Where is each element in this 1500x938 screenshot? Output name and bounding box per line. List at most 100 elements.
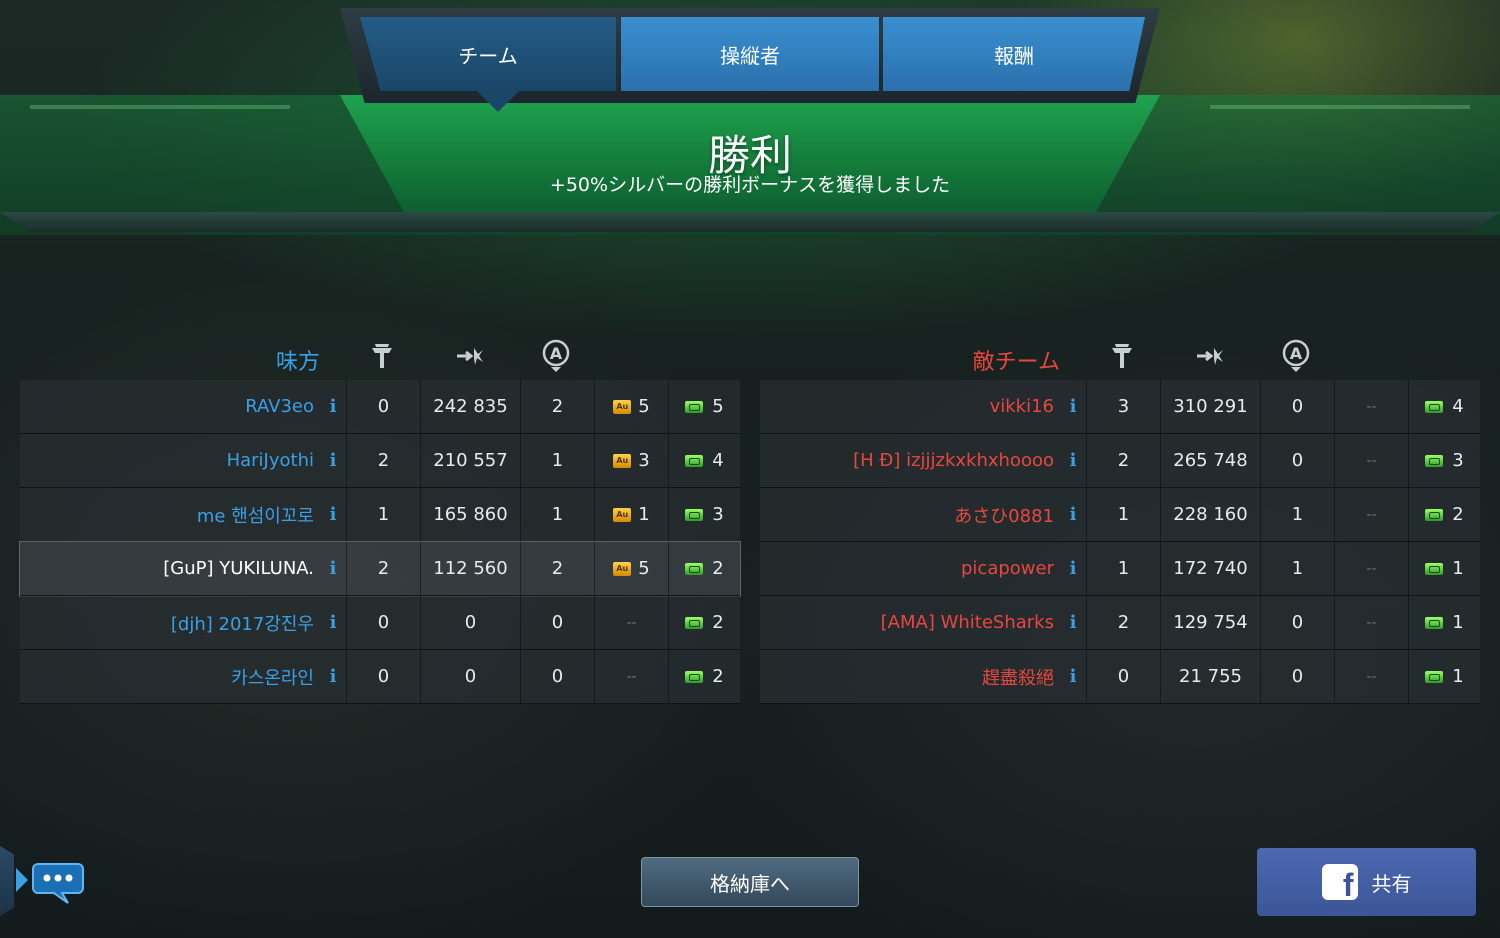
player-info-icon[interactable]: i [320, 380, 346, 433]
player-info-icon[interactable]: i [320, 596, 346, 649]
player-name: me 핸섬이꼬로 [196, 505, 314, 527]
gold-value: -- [626, 614, 637, 631]
player-name: HariJyothi [226, 450, 314, 471]
beacons-value: 0 [520, 650, 594, 703]
player-info-icon[interactable]: i [320, 488, 346, 541]
player-row: 카스온라인 i 0 0 0 -- 2 [20, 650, 740, 704]
keys-cell: 2 [668, 542, 740, 595]
kills-value: 3 [1086, 380, 1160, 433]
key-icon [1425, 616, 1444, 629]
player-name: [AMA] WhiteSharks [880, 612, 1054, 633]
player-name: RAV3eo [245, 396, 314, 417]
go-to-hangar-button[interactable]: 格納庫へ [641, 857, 859, 907]
player-info-icon[interactable]: i [1060, 650, 1086, 703]
victory-bonus-text: +50%シルバーの勝利ボーナスを獲得しました [549, 174, 951, 196]
keys-cell: 1 [1408, 650, 1480, 703]
keys-value: 1 [1452, 666, 1464, 687]
keys-cell: 2 [1408, 488, 1480, 541]
tab-rewards[interactable]: 報酬 [883, 17, 1145, 91]
player-name-cell: 카스온라인 [20, 650, 346, 703]
tab-team[interactable]: チーム [360, 17, 616, 91]
keys-cell: 2 [668, 596, 740, 649]
player-name-cell: [GuP] YUKILUNA. [20, 542, 346, 595]
kills-value: 2 [1086, 596, 1160, 649]
player-name-cell: [H Ð] izjjjzkxkhxhoooo [760, 434, 1086, 487]
active-tab-pointer [476, 90, 520, 112]
player-info-icon[interactable]: i [320, 542, 346, 595]
player-row: vikki16 i 3 310 291 0 -- 4 [760, 380, 1480, 434]
key-icon [685, 400, 704, 413]
gold-cell: -- [1334, 650, 1408, 703]
gold-cell: Au 1 [594, 488, 668, 541]
chat-bubble-icon[interactable] [32, 860, 84, 906]
keys-value: 4 [712, 450, 724, 471]
key-icon [1425, 562, 1444, 575]
kills-value: 2 [346, 434, 420, 487]
gold-cell: -- [1334, 380, 1408, 433]
keys-value: 2 [712, 666, 724, 687]
kills-value: 1 [1086, 488, 1160, 541]
player-name-cell: vikki16 [760, 380, 1086, 433]
beacons-value: 0 [1260, 434, 1334, 487]
player-info-icon[interactable]: i [320, 434, 346, 487]
player-name: picapower [961, 558, 1054, 579]
player-row: 趕盡殺絕 i 0 21 755 0 -- 1 [760, 650, 1480, 704]
beacons-value: 1 [1260, 488, 1334, 541]
player-name: [GuP] YUKILUNA. [163, 558, 314, 579]
damage-value: 172 740 [1160, 542, 1260, 595]
beacons-value: 0 [1260, 596, 1334, 649]
player-name-cell: RAV3eo [20, 380, 346, 433]
gold-value: -- [626, 668, 637, 685]
enemy-rows: vikki16 i 3 310 291 0 -- 4 [H Ð] izjjjzkxkhxhoo… [760, 380, 1480, 704]
player-row: me 핸섬이꼬로 i 1 165 860 1 Au 1 3 [20, 488, 740, 542]
gold-icon: Au [613, 507, 632, 522]
player-row: RAV3eo i 0 242 835 2 Au 5 5 [20, 380, 740, 434]
gold-value: -- [1366, 668, 1377, 685]
keys-value: 2 [1452, 504, 1464, 525]
keys-value: 3 [1452, 450, 1464, 471]
enemy-team-title: 敵チーム [972, 350, 1060, 375]
gold-cell: Au 5 [594, 380, 668, 433]
player-info-icon[interactable]: i [1060, 380, 1086, 433]
keys-value: 4 [1452, 396, 1464, 417]
player-info-icon[interactable]: i [1060, 434, 1086, 487]
key-icon [685, 616, 704, 629]
key-icon [685, 508, 704, 521]
gold-value: -- [1366, 614, 1377, 631]
keys-cell: 2 [668, 650, 740, 703]
keys-value: 1 [1452, 612, 1464, 633]
key-icon [1425, 400, 1444, 413]
player-info-icon[interactable]: i [1060, 488, 1086, 541]
tab-pilots[interactable]: 操縦者 [621, 17, 879, 91]
keys-value: 1 [1452, 558, 1464, 579]
gold-value: 3 [638, 450, 650, 471]
kills-value: 2 [1086, 434, 1160, 487]
gold-icon: Au [613, 453, 632, 468]
facebook-share-button[interactable]: f 共有 [1257, 848, 1476, 916]
svg-text:A: A [550, 344, 563, 363]
robot-kills-icon [366, 338, 398, 374]
damage-value: 165 860 [420, 488, 520, 541]
gold-icon: Au [613, 399, 632, 414]
player-name: [H Ð] izjjjzkxkhxhoooo [853, 450, 1054, 471]
keys-cell: 5 [668, 380, 740, 433]
keys-value: 5 [712, 396, 724, 417]
key-icon [1425, 454, 1444, 467]
player-name-cell: [djh] 2017강진우 [20, 596, 346, 649]
player-info-icon[interactable]: i [1060, 542, 1086, 595]
player-info-icon[interactable]: i [1060, 596, 1086, 649]
keys-value: 3 [712, 504, 724, 525]
banner-edge [0, 212, 1500, 232]
kills-value: 0 [346, 596, 420, 649]
keys-value: 2 [712, 558, 724, 579]
player-info-icon[interactable]: i [320, 650, 346, 703]
beacons-value: 2 [520, 380, 594, 433]
chat-drawer-tab[interactable] [0, 846, 14, 916]
key-icon [1425, 670, 1444, 683]
damage-value: 129 754 [1160, 596, 1260, 649]
share-label: 共有 [1371, 871, 1412, 896]
player-name-cell: me 핸섬이꼬로 [20, 488, 346, 541]
svg-text:A: A [1290, 344, 1303, 363]
chevron-right-icon[interactable] [16, 868, 28, 892]
keys-cell: 3 [1408, 434, 1480, 487]
